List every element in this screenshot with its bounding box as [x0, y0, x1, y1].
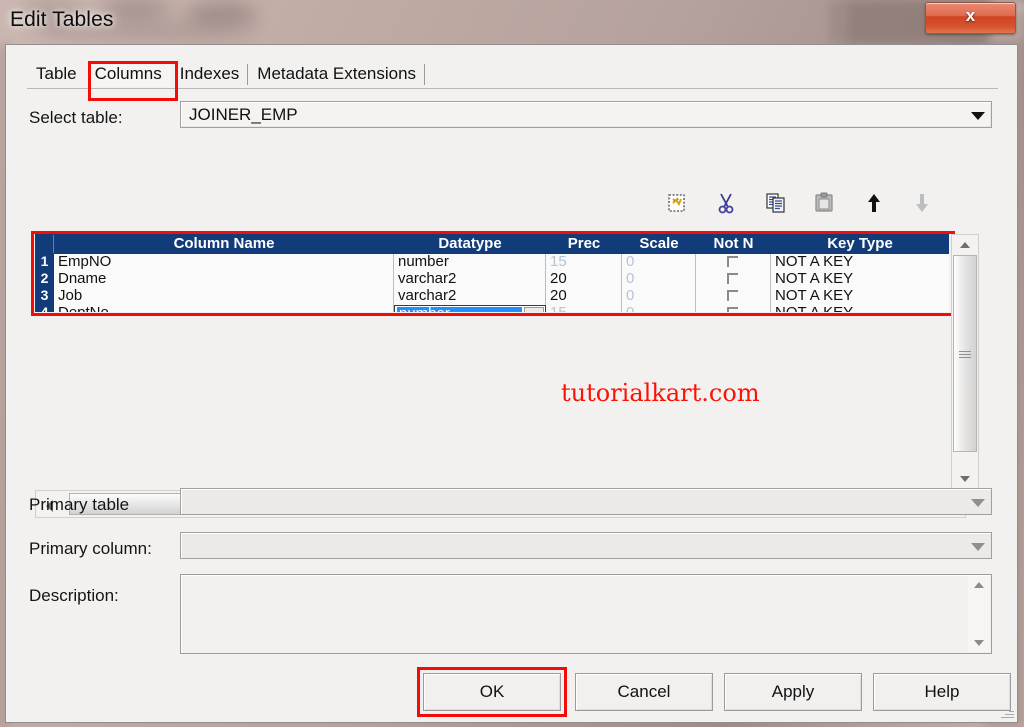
grid-toolbar: [651, 191, 951, 217]
description-vertical-scrollbar[interactable]: [968, 576, 990, 652]
cell-datatype[interactable]: number: [394, 254, 546, 271]
chevron-down-icon: [971, 542, 985, 551]
tab-label: Table: [36, 64, 77, 83]
cell-not-null[interactable]: [696, 305, 771, 312]
tab-label: Indexes: [179, 64, 240, 83]
cell-prec[interactable]: 15: [546, 254, 622, 271]
cell-key-type[interactable]: NOT A KEY: [771, 288, 949, 305]
tab-label: Columns: [94, 64, 162, 83]
description-textarea[interactable]: [180, 574, 992, 654]
scroll-up-arrow-icon[interactable]: [960, 242, 970, 248]
table-row[interactable]: 2 Dname varchar2 20 0 NOT A KEY: [35, 271, 949, 289]
select-table-dropdown[interactable]: JOINER_EMP: [180, 101, 992, 128]
cell-scale[interactable]: 0: [622, 288, 696, 305]
row-number: 2: [35, 271, 54, 288]
cell-column-name[interactable]: Dname: [54, 271, 394, 288]
cell-scale[interactable]: 0: [622, 254, 696, 271]
screen: Edit Tables x Table Columns Indexes Meta…: [0, 0, 1024, 727]
ok-button[interactable]: OK: [423, 673, 561, 711]
grid-header-prec[interactable]: Prec: [546, 234, 622, 254]
table-row[interactable]: 4 DeptNo number 15 0 NOT A KEY: [35, 305, 949, 312]
scroll-down-arrow-icon[interactable]: [974, 640, 984, 646]
primary-column-label: Primary column:: [29, 539, 152, 558]
checkbox-icon[interactable]: [727, 256, 738, 267]
cell-datatype-editor[interactable]: number: [394, 305, 546, 312]
cut-icon[interactable]: [714, 191, 738, 215]
select-table-value: JOINER_EMP: [189, 105, 298, 124]
cell-not-null[interactable]: [696, 254, 771, 271]
scroll-up-arrow-icon[interactable]: [974, 582, 984, 588]
row-number: 3: [35, 288, 54, 305]
cell-column-name[interactable]: Job: [54, 288, 394, 305]
grid-corner-cell: [35, 234, 54, 254]
tab-underline: [27, 88, 998, 89]
grid-header-row: Column Name Datatype Prec Scale Not N Ke…: [35, 234, 949, 254]
tab-columns[interactable]: Columns: [85, 61, 171, 87]
move-down-icon[interactable]: [910, 191, 934, 215]
checkbox-icon[interactable]: [727, 273, 738, 284]
primary-table-dropdown[interactable]: [180, 488, 992, 515]
apply-button[interactable]: Apply: [724, 673, 862, 711]
cell-prec[interactable]: 20: [546, 271, 622, 288]
cell-key-type[interactable]: NOT A KEY: [771, 305, 949, 312]
cell-datatype-value: number: [397, 307, 522, 312]
tab-indexes[interactable]: Indexes: [171, 61, 249, 87]
cell-datatype[interactable]: varchar2: [394, 271, 546, 288]
grid-header-key-type[interactable]: Key Type: [771, 234, 949, 254]
tab-label: Metadata Extensions: [257, 64, 417, 83]
primary-column-dropdown[interactable]: [180, 532, 992, 559]
tab-metadata-extensions[interactable]: Metadata Extensions: [248, 61, 426, 87]
cell-datatype-dropdown-button[interactable]: [524, 307, 544, 312]
watermark: tutorialkart.com: [561, 379, 760, 407]
columns-grid[interactable]: Column Name Datatype Prec Scale Not N Ke…: [35, 234, 949, 312]
paste-icon[interactable]: [812, 191, 836, 215]
cell-datatype[interactable]: varchar2: [394, 288, 546, 305]
cell-column-name[interactable]: EmpNO: [54, 254, 394, 271]
cell-scale[interactable]: 0: [622, 305, 696, 312]
cell-not-null[interactable]: [696, 271, 771, 288]
window-title: Edit Tables: [10, 8, 114, 31]
cancel-button[interactable]: Cancel: [575, 673, 713, 711]
chevron-down-icon: [971, 111, 985, 120]
tab-separator: [424, 64, 426, 85]
cell-prec[interactable]: 15: [546, 305, 622, 312]
row-number: 1: [35, 254, 54, 271]
cell-prec[interactable]: 20: [546, 288, 622, 305]
scroll-down-arrow-icon[interactable]: [960, 476, 970, 482]
edit-tables-dialog: Table Columns Indexes Metadata Extension…: [5, 44, 1018, 723]
cell-column-name[interactable]: DeptNo: [54, 305, 394, 312]
new-column-icon[interactable]: [665, 191, 689, 215]
checkbox-icon[interactable]: [727, 307, 738, 312]
window-titlebar: Edit Tables x: [0, 0, 1024, 44]
tab-table[interactable]: Table: [27, 61, 86, 87]
copy-icon[interactable]: [764, 191, 788, 215]
grid-header-not-null[interactable]: Not N: [696, 234, 771, 254]
grid-header-column-name[interactable]: Column Name: [54, 234, 394, 254]
checkbox-icon[interactable]: [727, 290, 738, 301]
scrollbar-grip: [959, 349, 971, 358]
row-number: 4: [35, 305, 54, 312]
resize-grip[interactable]: [1000, 705, 1014, 719]
chevron-down-icon: [971, 498, 985, 507]
grid-header-scale[interactable]: Scale: [622, 234, 696, 254]
help-button[interactable]: Help: [873, 673, 1011, 711]
close-icon: x: [965, 6, 976, 25]
table-row[interactable]: 1 EmpNO number 15 0 NOT A KEY: [35, 254, 949, 272]
move-up-icon[interactable]: [862, 191, 886, 215]
table-row[interactable]: 3 Job varchar2 20 0 NOT A KEY: [35, 288, 949, 306]
cell-not-null[interactable]: [696, 288, 771, 305]
close-button[interactable]: x: [925, 2, 1016, 34]
tab-strip: Table Columns Indexes Metadata Extension…: [27, 61, 426, 89]
primary-table-label: Primary table: [29, 495, 130, 514]
select-table-label: Select table:: [29, 108, 123, 127]
cell-key-type[interactable]: NOT A KEY: [771, 271, 949, 288]
grid-vertical-scrollbar[interactable]: [951, 234, 979, 490]
cell-scale[interactable]: 0: [622, 271, 696, 288]
grid-header-datatype[interactable]: Datatype: [394, 234, 546, 254]
scrollbar-thumb[interactable]: [953, 255, 977, 452]
cell-key-type[interactable]: NOT A KEY: [771, 254, 949, 271]
description-label: Description:: [29, 586, 119, 605]
